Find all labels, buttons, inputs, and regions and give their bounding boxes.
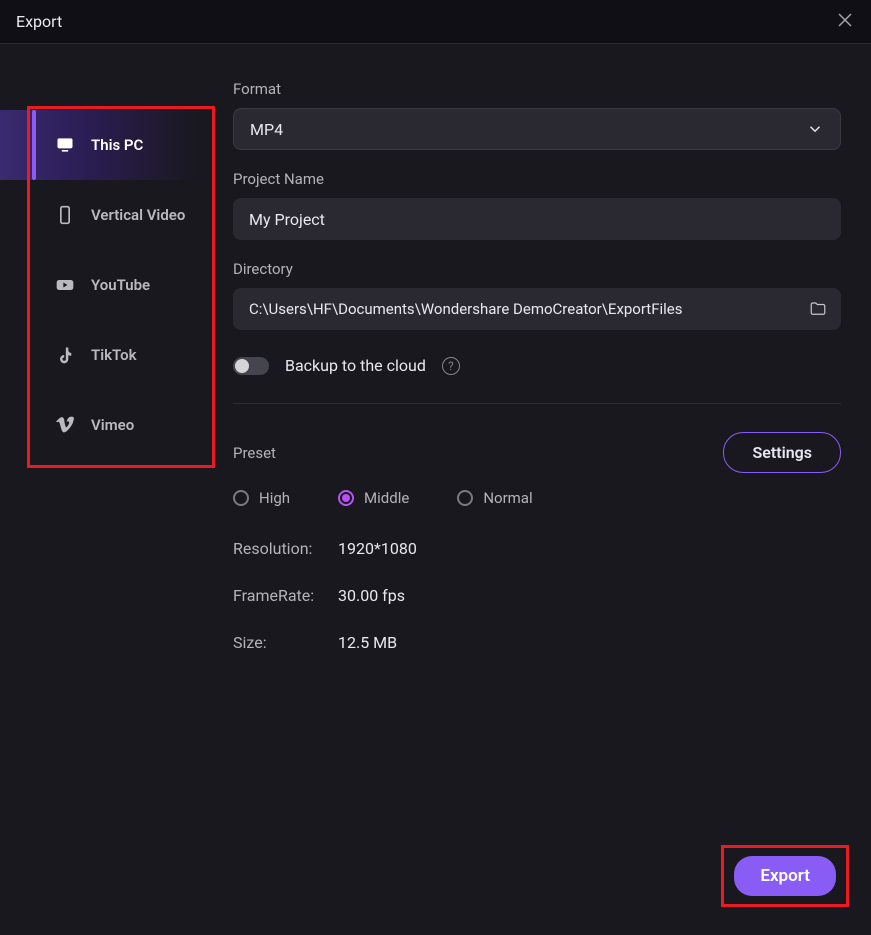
format-select[interactable]: MP4 <box>233 108 841 150</box>
export-wrap: Export <box>721 845 849 907</box>
monitor-icon <box>55 135 75 155</box>
backup-toggle[interactable] <box>233 357 269 375</box>
titlebar: Export <box>0 0 871 44</box>
format-value: MP4 <box>250 120 283 139</box>
radio-label: Normal <box>483 489 532 507</box>
radio-icon <box>338 490 354 506</box>
radio-label: Middle <box>364 489 409 507</box>
radio-icon <box>457 490 473 506</box>
sidebar-item-youtube[interactable]: YouTube <box>0 250 215 320</box>
preset-radio-middle[interactable]: Middle <box>338 489 409 507</box>
close-icon <box>837 12 853 32</box>
preset-header: Preset Settings <box>233 432 841 473</box>
help-icon[interactable]: ? <box>442 357 460 375</box>
project-name-label: Project Name <box>233 170 841 188</box>
preset-radio-normal[interactable]: Normal <box>457 489 532 507</box>
close-button[interactable] <box>835 12 855 32</box>
youtube-icon <box>55 275 75 295</box>
spec-label: Resolution: <box>233 539 338 558</box>
backup-label: Backup to the cloud <box>285 356 426 375</box>
main-panel: Format MP4 Project Name Directory Backup… <box>215 44 871 935</box>
divider <box>233 403 841 404</box>
sidebar-item-this-pc[interactable]: This PC <box>0 110 215 180</box>
tiktok-icon <box>55 345 75 365</box>
directory-input[interactable] <box>249 300 799 318</box>
sidebar-item-label: YouTube <box>91 276 150 294</box>
preset-label: Preset <box>233 444 276 462</box>
radio-icon <box>233 490 249 506</box>
sidebar: This PC Vertical Video YouTube TikTok Vi <box>0 44 215 935</box>
spec-label: Size: <box>233 633 338 652</box>
preset-radio-high[interactable]: High <box>233 489 290 507</box>
sidebar-item-label: TikTok <box>91 346 137 364</box>
folder-icon[interactable] <box>809 300 827 318</box>
preset-radio-group: High Middle Normal <box>233 489 841 507</box>
format-label: Format <box>233 80 841 98</box>
spec-resolution: Resolution: 1920*1080 <box>233 539 841 558</box>
sidebar-item-vertical-video[interactable]: Vertical Video <box>0 180 215 250</box>
backup-row: Backup to the cloud ? <box>233 356 841 375</box>
export-button[interactable]: Export <box>734 856 836 896</box>
sidebar-item-tiktok[interactable]: TikTok <box>0 320 215 390</box>
sidebar-item-label: This PC <box>91 136 143 154</box>
spec-label: FrameRate: <box>233 586 338 605</box>
toggle-knob <box>235 359 249 373</box>
sidebar-item-vimeo[interactable]: Vimeo <box>0 390 215 460</box>
directory-row <box>233 288 841 330</box>
spec-value: 1920*1080 <box>338 539 417 558</box>
spec-value: 30.00 fps <box>338 586 405 605</box>
window-title: Export <box>16 12 62 31</box>
sidebar-item-label: Vimeo <box>91 416 134 434</box>
dialog-body: This PC Vertical Video YouTube TikTok Vi <box>0 44 871 935</box>
settings-button[interactable]: Settings <box>723 432 841 473</box>
radio-label: High <box>259 489 290 507</box>
sidebar-item-label: Vertical Video <box>91 206 185 224</box>
annotation-box-export: Export <box>721 845 849 907</box>
vimeo-icon <box>55 415 75 435</box>
chevron-down-icon <box>806 120 824 138</box>
spec-size: Size: 12.5 MB <box>233 633 841 652</box>
spec-framerate: FrameRate: 30.00 fps <box>233 586 841 605</box>
project-name-input[interactable] <box>233 198 841 240</box>
phone-icon <box>55 205 75 225</box>
directory-label: Directory <box>233 260 841 278</box>
spec-value: 12.5 MB <box>338 633 397 652</box>
